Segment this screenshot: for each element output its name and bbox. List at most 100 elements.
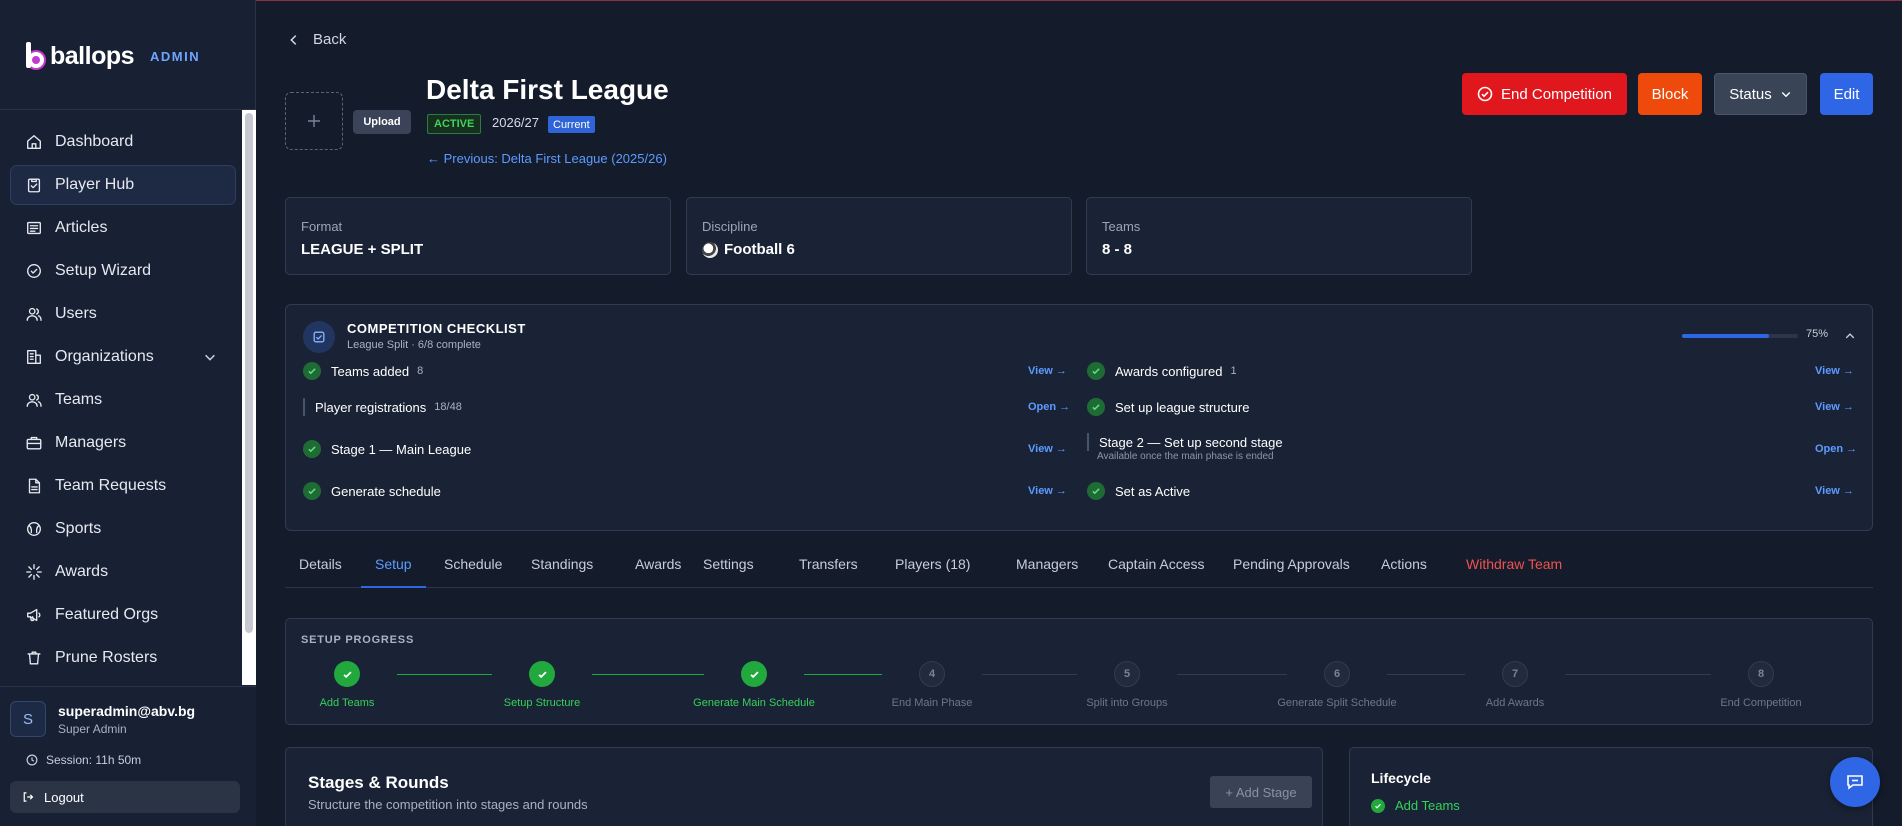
building-icon <box>27 350 41 364</box>
checklist-item-link[interactable]: View → <box>1028 485 1067 497</box>
tab-standings[interactable]: Standings <box>517 556 607 588</box>
user-role: Super Admin <box>58 722 127 736</box>
sidebar-item-team-requests[interactable]: Team Requests <box>10 466 236 506</box>
lifecycle-title: Lifecycle <box>1371 770 1431 786</box>
step-7-indicator[interactable]: 7 <box>1502 661 1528 687</box>
chat-button[interactable] <box>1830 757 1880 807</box>
checklist-item-link[interactable]: View → <box>1815 485 1854 497</box>
check-icon <box>1371 798 1385 813</box>
back-link[interactable]: Back <box>287 31 346 48</box>
sidebar-item-teams[interactable]: Teams <box>10 380 236 420</box>
tab-pending-approvals[interactable]: Pending Approvals <box>1219 556 1364 588</box>
window-top-border <box>0 0 1902 1</box>
competition-checklist: COMPETITION CHECKLIST League Split · 6/8… <box>285 304 1873 531</box>
check-circle-icon <box>1477 86 1493 102</box>
end-competition-label: End Competition <box>1501 85 1612 103</box>
checklist-item-note: Available once the main phase is ended <box>1097 451 1274 462</box>
upload-button[interactable]: Upload <box>353 110 411 134</box>
status-dropdown[interactable]: Status <box>1714 73 1807 115</box>
users-icon <box>26 393 42 407</box>
lifecycle-card: Lifecycle Add Teams <box>1349 747 1873 826</box>
brand-tag: ADMIN <box>150 48 201 64</box>
avatar[interactable]: S <box>10 701 46 737</box>
brand[interactable]: ballops ADMIN <box>20 38 200 74</box>
chat-icon <box>1847 775 1863 790</box>
checklist-item-link[interactable]: View → <box>1028 365 1067 377</box>
edit-button[interactable]: Edit <box>1820 73 1873 115</box>
tab-details[interactable]: Details <box>285 556 356 588</box>
checklist-item-link[interactable]: Open → <box>1028 401 1070 413</box>
sidebar-item-dashboard[interactable]: Dashboard <box>10 122 236 162</box>
tab-settings[interactable]: Settings <box>689 556 768 588</box>
setup-progress-title: SETUP PROGRESS <box>301 634 415 646</box>
block-button[interactable]: Block <box>1638 73 1702 115</box>
chevron-up-icon[interactable] <box>1844 330 1856 342</box>
add-stage-button[interactable]: + Add Stage <box>1210 776 1312 808</box>
checklist-subtitle: League Split · 6/8 complete <box>347 339 481 351</box>
checklist-item: Player registrations 18/48 <box>303 398 462 416</box>
tab-transfers[interactable]: Transfers <box>785 556 872 588</box>
sidebar-item-prune-rosters[interactable]: Prune Rosters <box>10 638 236 678</box>
lifecycle-item: Add Teams <box>1371 798 1460 813</box>
step-2-indicator[interactable] <box>529 661 555 687</box>
end-competition-button[interactable]: End Competition <box>1462 73 1627 115</box>
tab-captain-access[interactable]: Captain Access <box>1094 556 1219 588</box>
checklist-item-link[interactable]: View → <box>1815 401 1854 413</box>
sidebar-item-setup-wizard[interactable]: Setup Wizard <box>10 251 236 291</box>
step-label: Generate Main Schedule <box>693 697 815 709</box>
step-5-indicator[interactable]: 5 <box>1114 661 1140 687</box>
sidebar-item-label: Team Requests <box>55 477 167 494</box>
step-8-indicator[interactable]: 8 <box>1748 661 1774 687</box>
sidebar-item-label: Player Hub <box>55 176 135 193</box>
check-icon <box>303 440 321 458</box>
sidebar-scrollbar-thumb[interactable] <box>245 113 253 633</box>
checklist-item-label: Player registrations <box>315 399 427 415</box>
checklist-item-link[interactable]: View → <box>1028 443 1067 455</box>
checklist-item-link[interactable]: Open → <box>1815 443 1857 455</box>
stat-value: Football 6 <box>702 241 795 258</box>
step-3-indicator[interactable] <box>741 661 767 687</box>
previous-season-link[interactable]: ← Previous: Delta First League (2025/26) <box>427 151 667 166</box>
tab-withdraw-team[interactable]: Withdraw Team <box>1452 556 1576 588</box>
checklist-item-label: Stage 1 — Main League <box>331 441 472 457</box>
status-dropdown-label: Status <box>1729 85 1772 103</box>
divider <box>0 109 256 110</box>
sidebar: ballops ADMIN Dashboard Player Hub Article… <box>0 0 256 826</box>
checklist-percent: 75% <box>1806 328 1829 340</box>
chevron-down-icon[interactable] <box>203 350 217 364</box>
step-6-indicator[interactable]: 6 <box>1324 661 1350 687</box>
sidebar-item-articles[interactable]: Articles <box>10 208 236 248</box>
logout-button[interactable]: Logout <box>10 781 240 813</box>
current-badge: Current <box>548 116 595 133</box>
check-icon <box>537 670 547 678</box>
tab-schedule[interactable]: Schedule <box>430 556 516 588</box>
checklist-item-label: Stage 2 — Set up second stage <box>1099 434 1283 450</box>
sidebar-item-managers[interactable]: Managers <box>10 423 236 463</box>
sidebar-item-users[interactable]: Users <box>10 294 236 334</box>
logo-upload-area[interactable] <box>285 92 343 150</box>
pending-marker <box>303 398 305 416</box>
user-panel: S superadmin@abv.bg Super Admin Session:… <box>0 686 256 826</box>
tab-managers[interactable]: Managers <box>1002 556 1092 588</box>
tab-setup[interactable]: Setup <box>361 556 426 588</box>
sidebar-item-label: Dashboard <box>55 133 134 150</box>
chevron-left-icon <box>290 34 297 45</box>
step-label: End Competition <box>1720 697 1802 709</box>
sidebar-item-featured-orgs[interactable]: Featured Orgs <box>10 595 236 635</box>
checklist-icon <box>303 321 335 353</box>
tab-players-18[interactable]: Players (18) <box>881 556 984 588</box>
logout-icon <box>23 792 34 802</box>
sidebar-item-organizations[interactable]: Organizations <box>10 337 236 377</box>
checklist-item-label: Set as Active <box>1115 483 1191 499</box>
checklist-item-link[interactable]: View → <box>1815 365 1854 377</box>
stat-label: Teams <box>1102 219 1141 234</box>
step-1-indicator[interactable] <box>334 661 360 687</box>
sidebar-item-player-hub[interactable]: Player Hub <box>10 165 236 205</box>
session-label: Session: 11h 50m <box>46 753 142 767</box>
trash-icon <box>27 651 41 665</box>
sidebar-item-awards[interactable]: Awards <box>10 552 236 592</box>
step-4-indicator[interactable]: 4 <box>919 661 945 687</box>
sidebar-item-sports[interactable]: Sports <box>10 509 236 549</box>
tab-awards[interactable]: Awards <box>621 556 695 588</box>
tab-actions[interactable]: Actions <box>1367 556 1441 588</box>
